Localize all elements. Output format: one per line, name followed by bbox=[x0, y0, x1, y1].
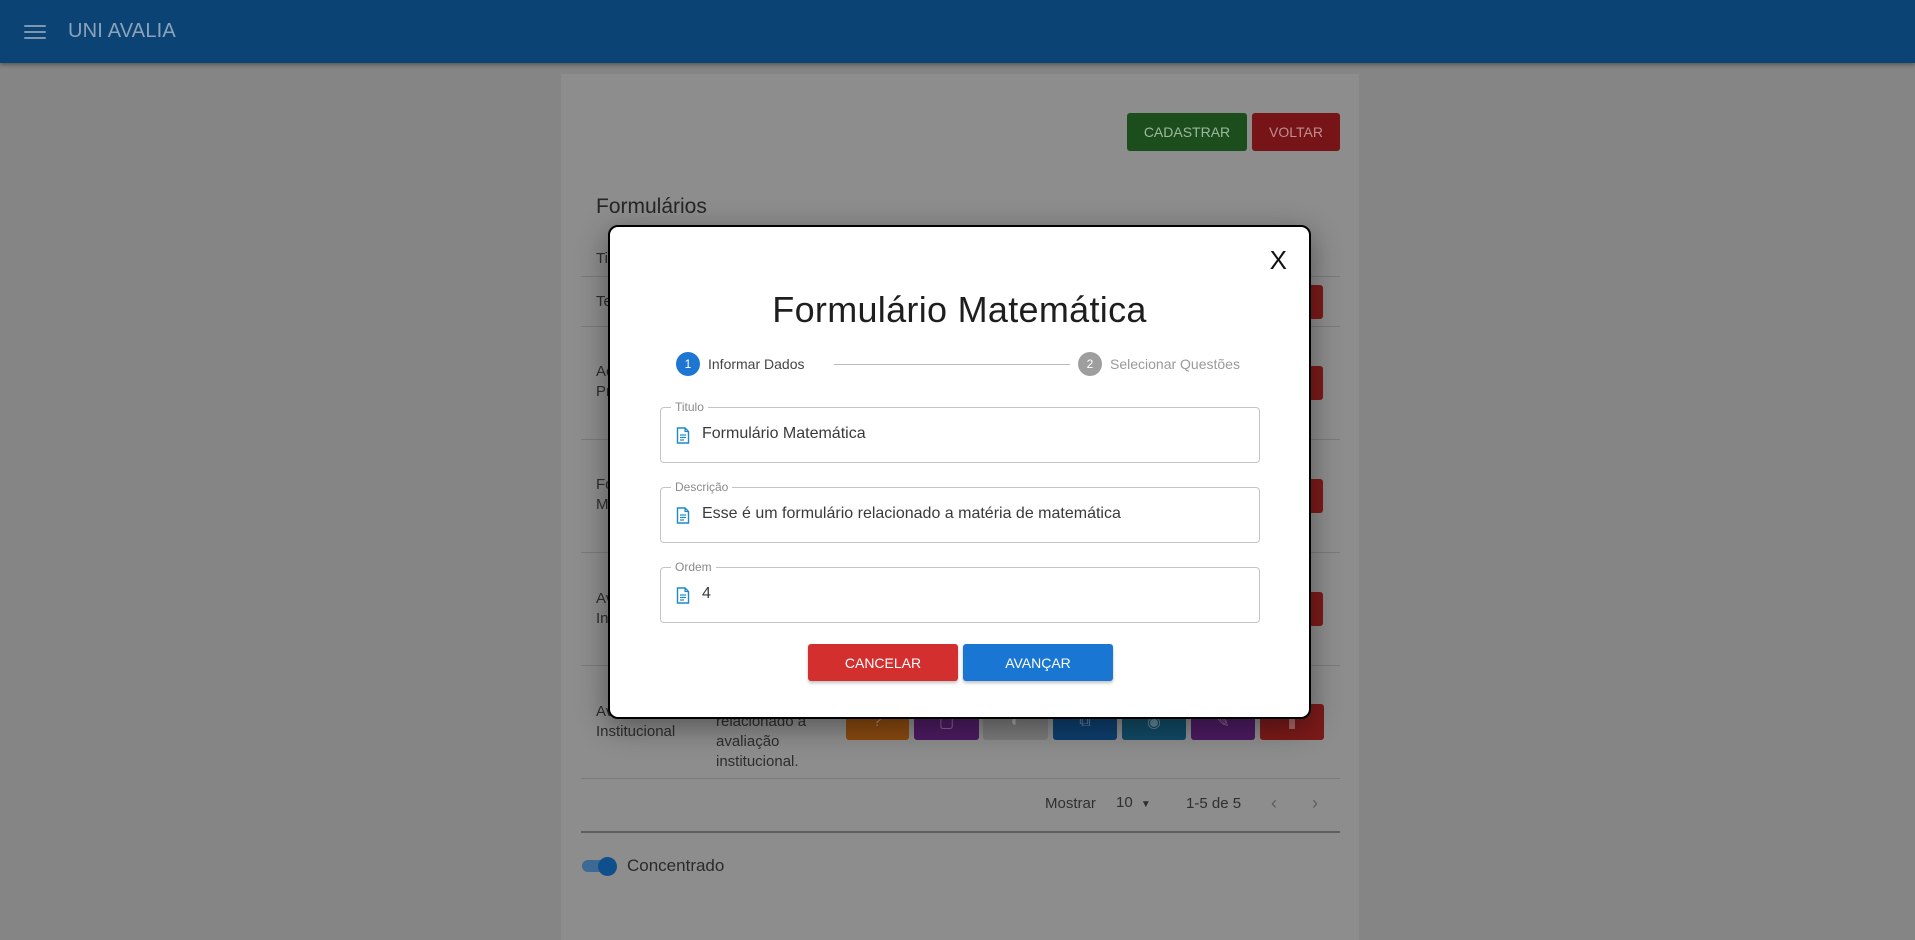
row-divider bbox=[581, 778, 1340, 779]
menu-icon[interactable] bbox=[22, 22, 48, 42]
stepper: 1 Informar Dados 2 Selecionar Questões bbox=[676, 351, 1256, 377]
step-1-label: Informar Dados bbox=[708, 356, 805, 372]
dialog-title: Formulário Matemática bbox=[772, 289, 1147, 330]
table-bottom-border bbox=[581, 831, 1340, 833]
ordem-input[interactable] bbox=[702, 585, 1242, 603]
cancel-button[interactable]: CANCELAR bbox=[808, 644, 958, 681]
table-row-cell: M bbox=[596, 496, 609, 513]
document-icon bbox=[676, 587, 690, 604]
pagination-range: 1-5 de 5 bbox=[1186, 795, 1242, 812]
table-row-cell: institucional. bbox=[716, 753, 799, 770]
rows-per-page-value: 10 bbox=[1116, 794, 1133, 811]
close-button[interactable]: X bbox=[1270, 247, 1287, 273]
ordem-label: Ordem bbox=[671, 559, 716, 575]
descricao-input[interactable] bbox=[702, 505, 1242, 523]
toggle-label: Concentrado bbox=[627, 856, 725, 875]
toggle-knob bbox=[598, 857, 617, 876]
concentrado-toggle[interactable] bbox=[580, 857, 620, 876]
step-2-indicator: 2 bbox=[1078, 352, 1102, 376]
descricao-label: Descrição bbox=[671, 479, 733, 495]
next-button[interactable]: AVANÇAR bbox=[963, 644, 1113, 681]
table-row-cell: Institucional bbox=[596, 723, 676, 740]
titulo-input[interactable] bbox=[702, 425, 1242, 443]
step-1-indicator: 1 bbox=[676, 352, 700, 376]
step-connector bbox=[834, 364, 1070, 365]
document-icon bbox=[676, 427, 690, 444]
chevron-right-icon[interactable]: › bbox=[1312, 793, 1318, 814]
dropdown-arrow-icon: ▼ bbox=[1140, 799, 1151, 810]
rows-per-page-select[interactable]: 10 ▼ bbox=[1116, 794, 1151, 811]
app-bar: UNI AVALIA bbox=[0, 0, 1915, 63]
cadastrar-button[interactable]: CADASTRAR bbox=[1127, 113, 1247, 151]
document-icon bbox=[676, 507, 690, 524]
list-title: Formulários bbox=[596, 195, 707, 218]
chevron-left-icon[interactable]: ‹ bbox=[1271, 793, 1277, 814]
table-row-cell: avaliação bbox=[716, 733, 780, 750]
form-dialog: X Formulário Matemática 1 Informar Dados… bbox=[608, 225, 1311, 719]
rows-per-page-label: Mostrar bbox=[1045, 795, 1096, 812]
step-2-label: Selecionar Questões bbox=[1110, 356, 1240, 372]
app-title: UNI AVALIA bbox=[68, 20, 176, 42]
descricao-field[interactable]: Descrição bbox=[660, 479, 1260, 543]
voltar-button[interactable]: VOLTAR bbox=[1252, 113, 1340, 151]
titulo-field[interactable]: Titulo bbox=[660, 399, 1260, 463]
ordem-field[interactable]: Ordem bbox=[660, 559, 1260, 623]
table-header-cell: Ti bbox=[596, 250, 608, 267]
table-row-cell: In bbox=[596, 610, 609, 627]
titulo-label: Titulo bbox=[671, 399, 708, 415]
